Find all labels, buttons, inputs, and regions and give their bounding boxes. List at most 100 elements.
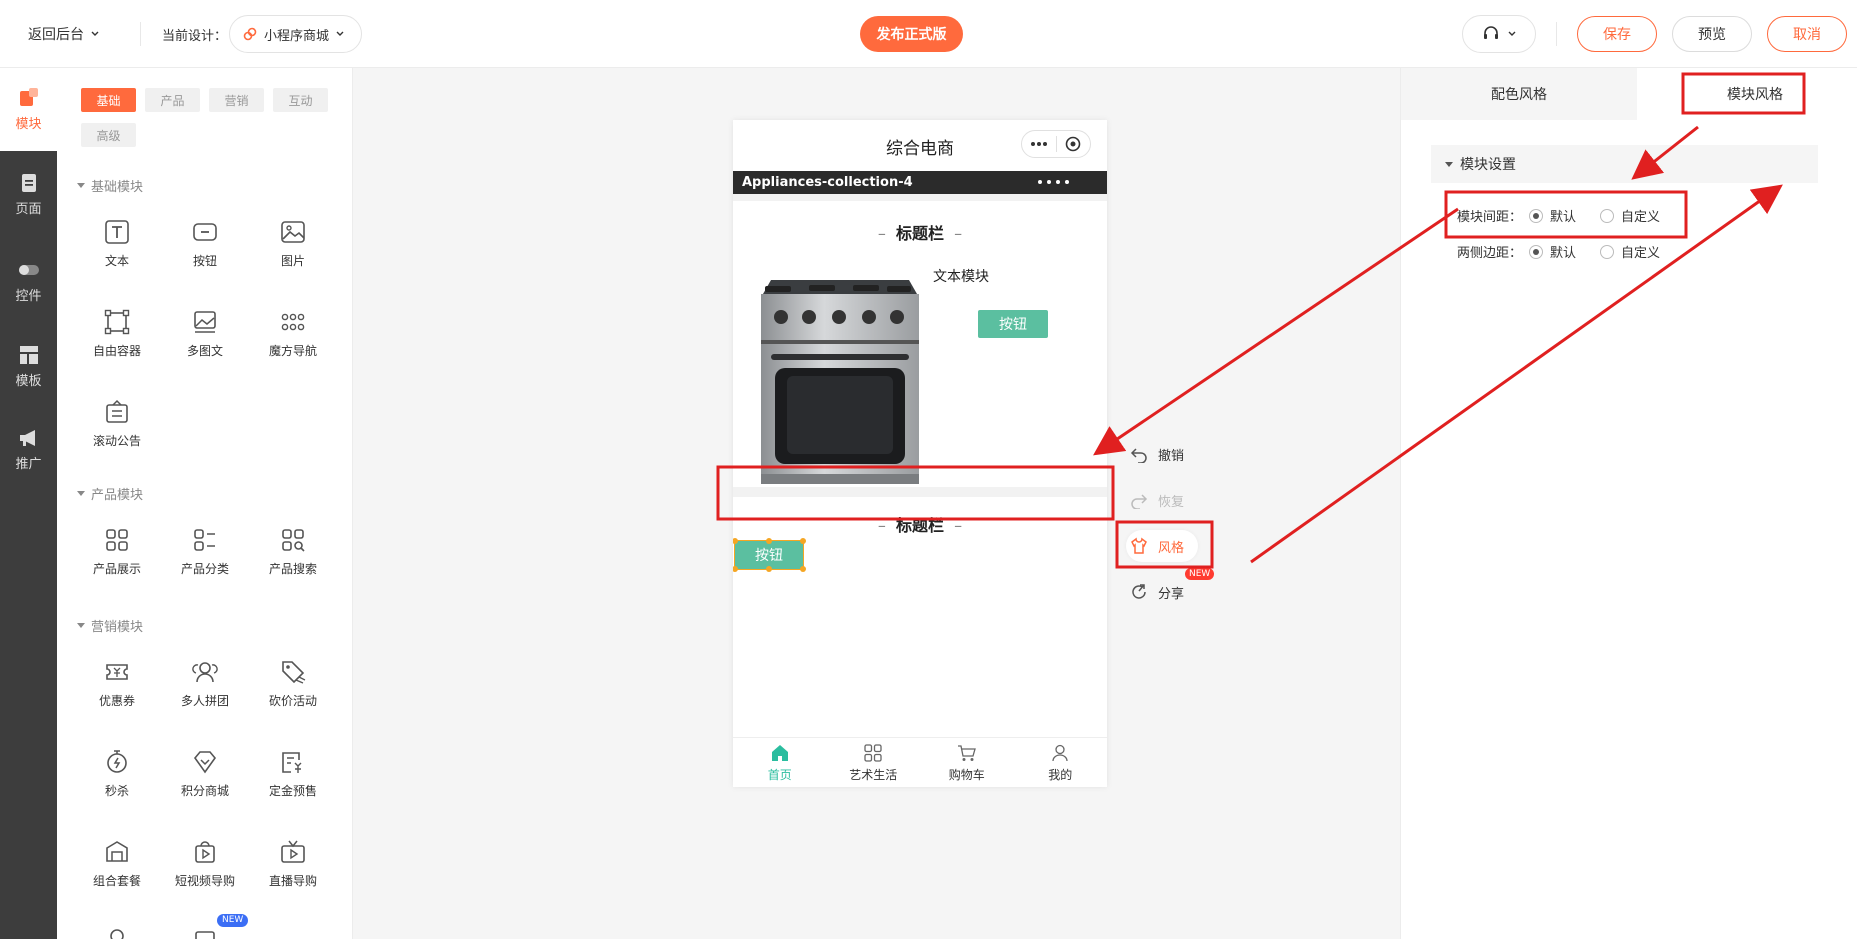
section-product-modules[interactable]: 产品模块: [77, 484, 143, 503]
undo-button[interactable]: 撤销: [1126, 438, 1206, 470]
nav-item-page[interactable]: 页面: [0, 171, 57, 217]
multi-image-icon: [194, 311, 216, 333]
nav-item-label: 模块: [15, 117, 42, 132]
nav-item-label: 页面: [15, 202, 42, 217]
tab-mine[interactable]: 我的: [1014, 738, 1108, 787]
redo-button[interactable]: 恢复: [1126, 484, 1206, 516]
design-selector[interactable]: 小程序商城: [229, 15, 362, 53]
back-label: 返回后台: [28, 27, 84, 43]
comp-coupon[interactable]: 优惠券: [77, 658, 157, 709]
comp-product-display[interactable]: 产品展示: [77, 526, 157, 577]
section-title: 产品模块: [91, 488, 144, 503]
text-module[interactable]: 文本模块: [933, 266, 989, 286]
nav-item-promotion[interactable]: 推广: [0, 426, 57, 472]
comp-partial[interactable]: [77, 924, 157, 939]
more-icon[interactable]: [1022, 131, 1056, 157]
save-button[interactable]: 保存: [1577, 16, 1657, 52]
comp-label: 短视频导购: [174, 874, 235, 888]
nav-item-template[interactable]: 模板: [0, 343, 57, 389]
radio-label: 自定义: [1621, 210, 1661, 225]
heading-module[interactable]: – 标题栏 –: [733, 220, 1107, 244]
comp-flash-sale[interactable]: 秒杀: [77, 748, 157, 799]
tab-cart[interactable]: 购物车: [920, 738, 1014, 787]
top-bar: 返回后台 当前设计： 小程序商城 发布正式版 保存 预览 取消: [0, 0, 1857, 68]
comp-label: 图片: [280, 254, 305, 268]
publish-button[interactable]: 发布正式版: [860, 16, 963, 52]
resize-handle[interactable]: [800, 538, 806, 544]
cancel-button[interactable]: 取消: [1767, 16, 1847, 52]
comp-label: 产品分类: [180, 562, 229, 576]
radio-margin-default[interactable]: 默认: [1529, 242, 1576, 261]
module-gap: [733, 487, 1107, 497]
collection-banner[interactable]: Appliances-collection-4: [733, 171, 1107, 194]
module-settings-section[interactable]: 模块设置: [1431, 145, 1818, 183]
phone-preview: 综合电商 Appliances-collection-4 – 标题栏 – 文本模…: [733, 120, 1107, 787]
toggle-icon: [18, 265, 39, 275]
comp-product-search[interactable]: 产品搜索: [253, 526, 333, 577]
comp-image[interactable]: 图片: [253, 218, 333, 269]
selected-button-module[interactable]: 按钮: [734, 540, 804, 570]
tab-basic[interactable]: 基础: [81, 88, 136, 112]
tab-module-style[interactable]: 模块风格: [1637, 68, 1857, 120]
heading-module[interactable]: – 标题栏 –: [733, 512, 1107, 536]
button-icon: [193, 223, 217, 241]
comp-free-container[interactable]: 自由容器: [77, 308, 157, 359]
comp-live-stream[interactable]: 直播导购: [253, 838, 333, 889]
comp-combo-package[interactable]: 组合套餐: [77, 838, 157, 889]
tab-marketing[interactable]: 营销: [209, 88, 264, 112]
tab-home[interactable]: 首页: [733, 738, 827, 787]
side-margin-label: 两侧边距：: [1457, 246, 1523, 261]
section-marketing-modules[interactable]: 营销模块: [77, 616, 143, 635]
tv-icon: [281, 840, 305, 863]
close-target-icon[interactable]: [1056, 131, 1090, 157]
tab-color-style[interactable]: 配色风格: [1401, 68, 1637, 120]
current-design-label: 当前设计：: [162, 29, 228, 44]
divider: [140, 22, 141, 46]
tab-product[interactable]: 产品: [145, 88, 200, 112]
resize-handle[interactable]: [766, 566, 772, 572]
comp-group-buy[interactable]: 多人拼团: [165, 658, 245, 709]
resize-handle[interactable]: [733, 566, 738, 572]
nav-item-module[interactable]: 模块: [0, 86, 57, 132]
tag-icon: [282, 661, 306, 684]
comp-scroll-notice[interactable]: 滚动公告: [77, 398, 157, 449]
radio-spacing-custom[interactable]: 自定义: [1600, 206, 1660, 225]
comp-button[interactable]: 按钮: [165, 218, 245, 269]
comp-short-video[interactable]: 短视频导购: [165, 838, 245, 889]
tab-art-life[interactable]: 艺术生活: [827, 738, 921, 787]
tab-interaction[interactable]: 互动: [273, 88, 328, 112]
comp-cube-nav[interactable]: 魔方导航: [253, 308, 333, 359]
stove-image[interactable]: [757, 276, 923, 486]
share-button[interactable]: 分享: [1126, 576, 1206, 608]
comp-points-mall[interactable]: 积分商城: [165, 748, 245, 799]
comp-label: 砍价活动: [268, 694, 317, 708]
radio-margin-custom[interactable]: 自定义: [1600, 242, 1660, 261]
comp-label: 直播导购: [268, 874, 317, 888]
miniprogram-capsule[interactable]: [1021, 130, 1091, 158]
comp-label: 自由容器: [92, 344, 141, 358]
style-button[interactable]: 风格: [1126, 530, 1198, 562]
customer-service-button[interactable]: [1462, 15, 1536, 53]
comp-label: 文本: [104, 254, 129, 268]
package-icon: [106, 841, 128, 862]
section-basic-modules[interactable]: 基础模块: [77, 176, 143, 195]
preview-button[interactable]: 预览: [1672, 16, 1752, 52]
button-module[interactable]: 按钮: [978, 310, 1048, 338]
video-bag-icon: [195, 841, 215, 863]
comp-text[interactable]: 文本: [77, 218, 157, 269]
comp-product-category[interactable]: 产品分类: [165, 526, 245, 577]
radio-spacing-default[interactable]: 默认: [1529, 206, 1576, 225]
comp-deposit-presale[interactable]: 定金预售: [253, 748, 333, 799]
megaphone-icon: [19, 430, 35, 446]
comp-bargain[interactable]: 砍价活动: [253, 658, 333, 709]
back-to-admin-button[interactable]: 返回后台: [28, 24, 100, 44]
grid-icon: [864, 743, 882, 762]
image-icon: [281, 221, 305, 243]
comp-multi-image-text[interactable]: 多图文: [165, 308, 245, 359]
tab-advanced[interactable]: 高级: [81, 123, 136, 147]
resize-handle[interactable]: [800, 566, 806, 572]
resize-handle[interactable]: [766, 538, 772, 544]
section-title: 模块设置: [1460, 157, 1516, 173]
new-badge: NEW: [217, 914, 249, 927]
nav-item-control[interactable]: 控件: [0, 258, 57, 304]
